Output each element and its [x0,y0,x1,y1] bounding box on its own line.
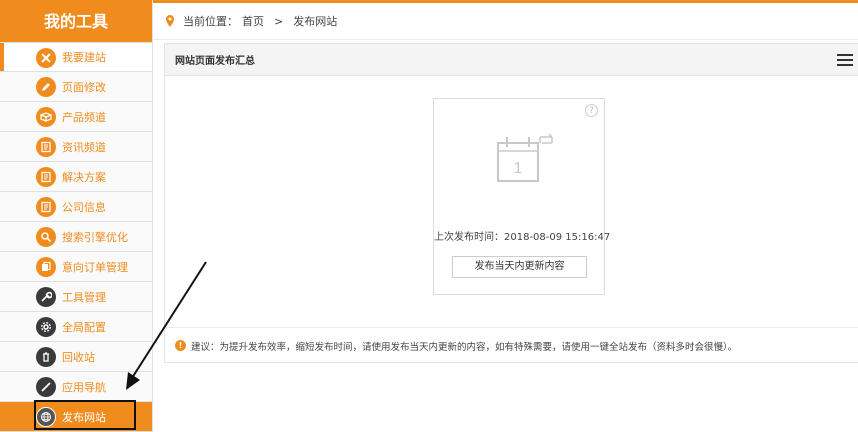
help-icon[interactable]: ? [585,104,598,117]
trash-icon [36,347,56,367]
sidebar-item-label: 全局配置 [62,320,106,334]
sidebar-item-label: 公司信息 [62,200,106,214]
sidebar-item-solutions[interactable]: 解决方案 [0,162,152,192]
menu-icon[interactable] [837,54,853,66]
pencil-icon [36,77,56,97]
sidebar-item-label: 搜索引擎优化 [62,230,128,244]
sidebar-item-global-config[interactable]: 全局配置 [0,312,152,342]
sidebar-item-label: 我要建站 [62,51,106,64]
document-icon [36,137,56,157]
sidebar-item-label: 工具管理 [62,290,106,304]
panel-header: 网站页面发布汇总 [165,44,858,76]
calendar-day: 1 [514,160,523,177]
search-icon [36,227,56,247]
sidebar-item-label: 解决方案 [62,170,106,184]
sidebar-item-company-info[interactable]: 公司信息 [0,192,152,222]
panel-title: 网站页面发布汇总 [175,56,255,67]
calendar-icon: 1 [497,133,553,182]
publish-card: ? 1 上次发布时间：2018-08-09 15:16:47 发布当天内更新内容 [433,98,611,295]
sidebar-item-seo[interactable]: 搜索引擎优化 [0,222,152,252]
document-icon [36,167,56,187]
sidebar-item-label: 产品频道 [62,110,106,124]
sidebar-item-products[interactable]: 产品频道 [0,102,152,132]
breadcrumb-separator: > [274,14,284,28]
tip-bar: ! 建议：为提升发布效率，缩短发布时间，请使用发布当天内更新的内容，如有特殊需要… [165,327,858,363]
breadcrumb-home-link[interactable]: 首页 [242,13,264,29]
sidebar-item-build-site[interactable]: 我要建站 [0,42,152,72]
sidebar-menu: 我要建站 页面修改 产品频道 资讯频道 解决方案 公司信息 搜索引擎优化 意向订… [0,42,152,432]
sidebar-item-app-nav[interactable]: 应用导航 [0,372,152,402]
sidebar-item-recycle-bin[interactable]: 回收站 [0,342,152,372]
sidebar-item-label: 资讯频道 [62,140,106,154]
sidebar-item-orders[interactable]: 意向订单管理 [0,252,152,282]
copy-icon [36,257,56,277]
wrench-icon [36,287,56,307]
tools-icon [36,48,56,68]
last-publish-time: 上次发布时间：2018-08-09 15:16:47 [434,232,611,243]
sidebar-item-label: 回收站 [62,350,95,364]
location-pin-icon [166,15,174,27]
globe-icon [36,407,56,427]
box-icon [36,107,56,127]
publish-today-button[interactable]: 发布当天内更新内容 [452,256,587,278]
sidebar-item-news[interactable]: 资讯频道 [0,132,152,162]
breadcrumb-prefix: 当前位置： [183,15,238,28]
publish-summary-panel: 网站页面发布汇总 ? 1 上次发布时间：2018-08-09 15:16:47 … [164,43,858,363]
sidebar-item-page-edit[interactable]: 页面修改 [0,72,152,102]
brush-icon [36,377,56,397]
gear-icon [36,317,56,337]
breadcrumb: 当前位置： 首页 > 发布网站 [153,0,858,40]
sidebar-item-label: 意向订单管理 [62,260,128,274]
info-icon: ! [175,340,186,351]
breadcrumb-current: 发布网站 [293,15,338,28]
sidebar-item-label: 页面修改 [62,80,106,94]
document-icon [36,197,56,217]
sidebar: 我的工具 我要建站 页面修改 产品频道 资讯频道 解决方案 公司信息 搜索引擎优… [0,0,153,432]
sidebar-title: 我的工具 [0,0,152,42]
tip-text: 建议：为提升发布效率，缩短发布时间，请使用发布当天内更新的内容，如有特殊需要，请… [191,341,738,353]
sidebar-item-tools[interactable]: 工具管理 [0,282,152,312]
sidebar-item-label: 发布网站 [62,410,106,424]
sidebar-item-label: 应用导航 [62,380,106,394]
sidebar-item-publish-site[interactable]: 发布网站 [0,402,152,432]
